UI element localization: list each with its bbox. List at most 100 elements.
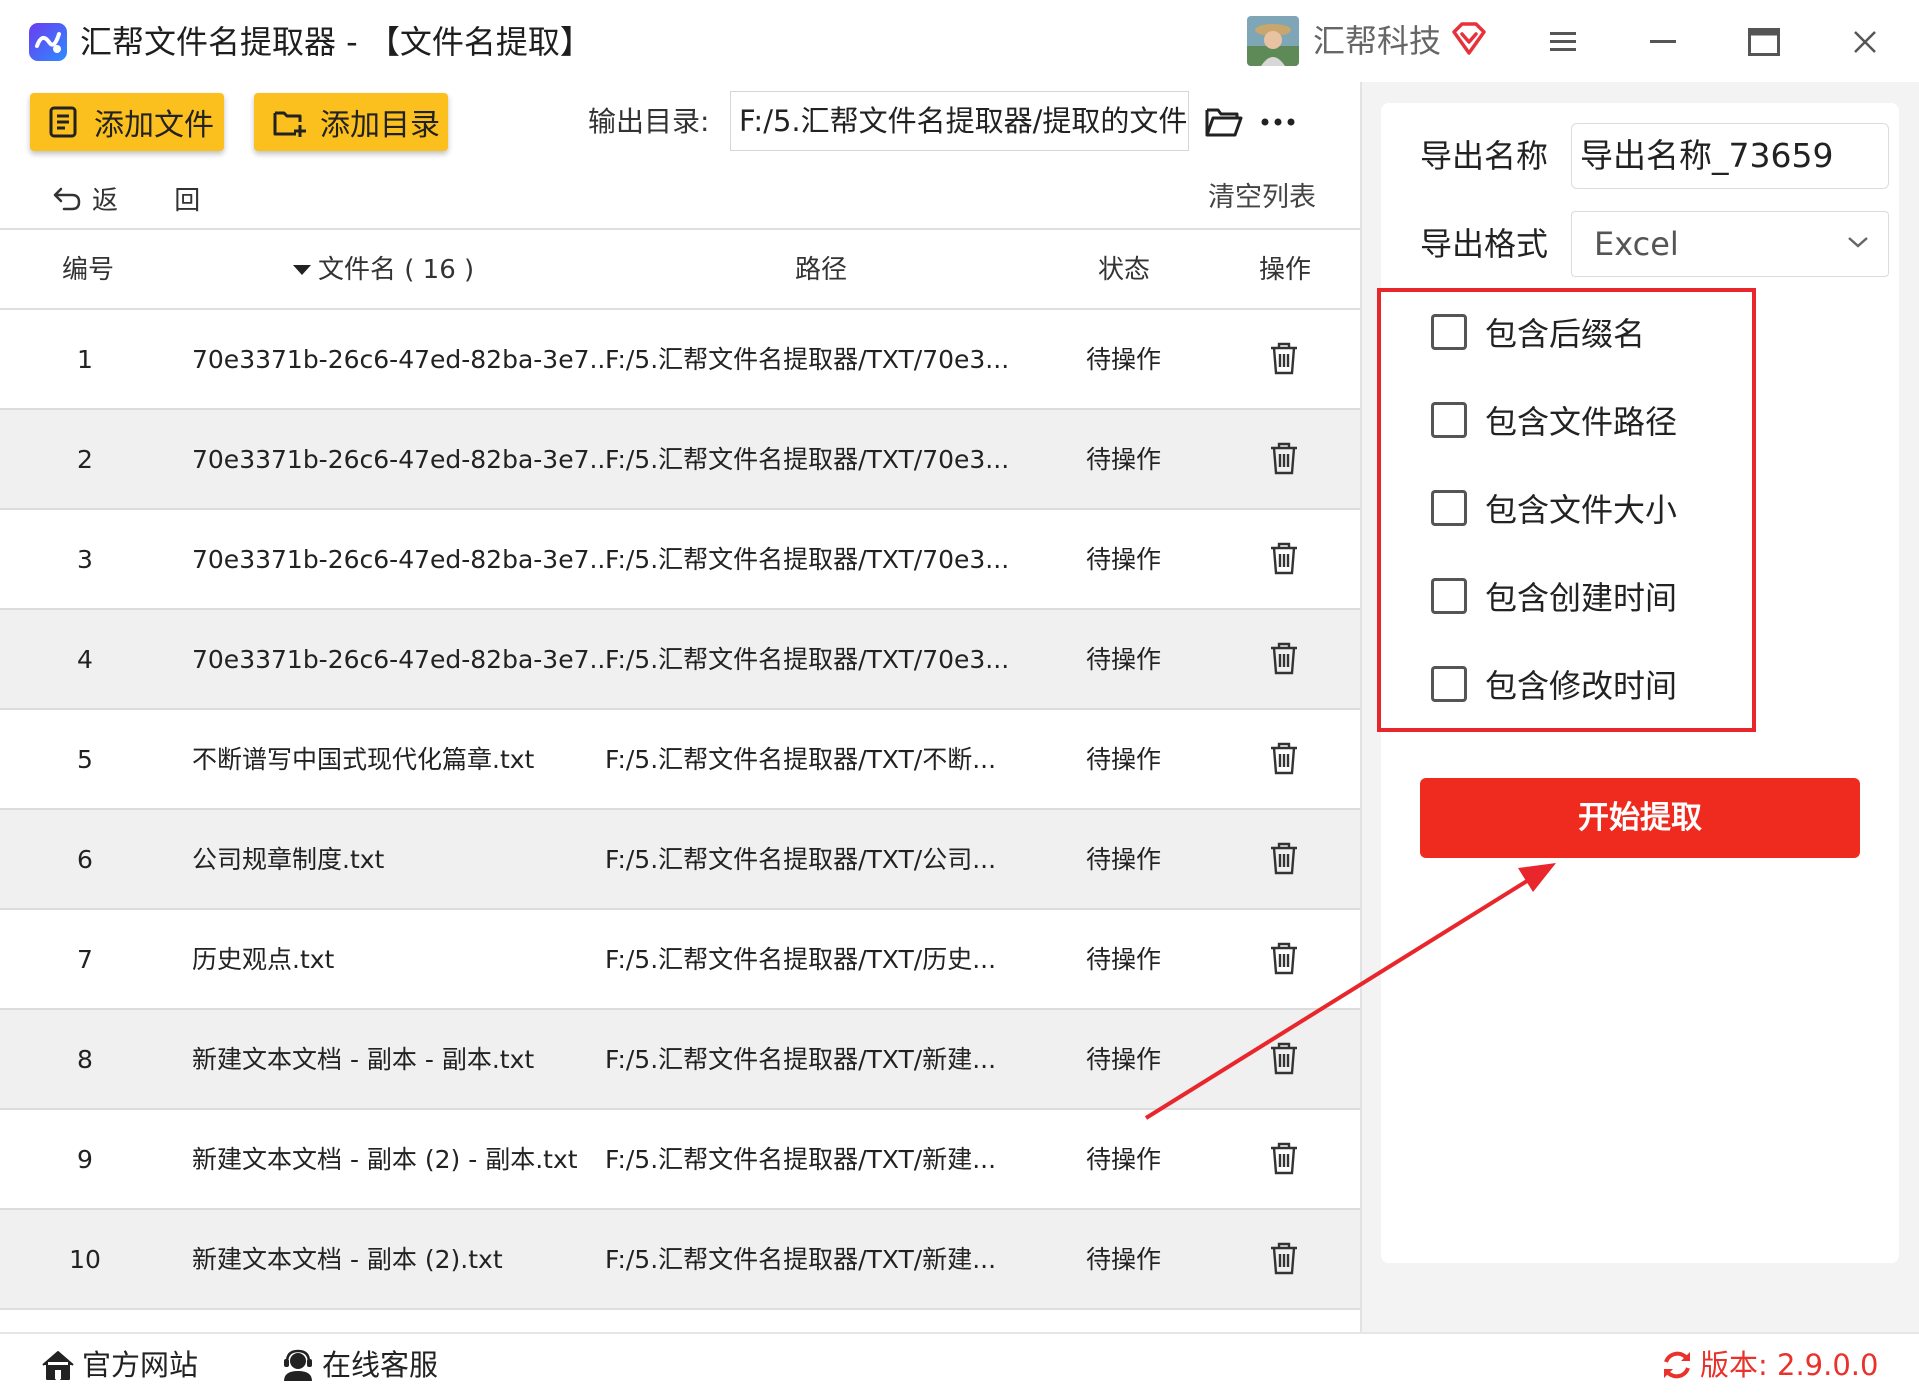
back-arrow-icon: [53, 187, 81, 210]
table-row[interactable]: 10 新建文本文档 - 副本 (2).txt F:/5.汇帮文件名提取器/TXT…: [0, 1210, 1360, 1310]
option-label: 包含修改时间: [1485, 667, 1678, 705]
close-button[interactable]: [1845, 22, 1885, 62]
checkbox[interactable]: [1431, 666, 1467, 702]
header-action: 操作: [1259, 255, 1312, 285]
option-include-path[interactable]: 包含文件路径: [1431, 397, 1677, 443]
option-include-modified-time[interactable]: 包含修改时间: [1431, 661, 1677, 707]
official-website-label: 官方网站: [82, 1348, 199, 1382]
row-number: 6: [77, 845, 93, 874]
delete-icon[interactable]: [1268, 740, 1300, 776]
row-path: F:/5.汇帮文件名提取器/TXT/新建...: [605, 1245, 997, 1274]
row-filename: 不断谱写中国式现代化篇章.txt: [192, 745, 535, 774]
table-row[interactable]: 1 70e3371b-26c6-47ed-82ba-3e7... F:/5.汇帮…: [0, 310, 1360, 410]
add-file-label: 添加文件: [94, 108, 214, 143]
add-folder-label: 添加目录: [320, 108, 440, 143]
close-icon: [1854, 31, 1876, 53]
online-support-link[interactable]: 在线客服: [280, 1345, 438, 1385]
option-label: 包含文件大小: [1485, 491, 1678, 529]
table-row[interactable]: 2 70e3371b-26c6-47ed-82ba-3e7... F:/5.汇帮…: [0, 410, 1360, 510]
row-number: 2: [77, 445, 93, 474]
menu-button[interactable]: [1544, 22, 1584, 62]
export-name-input[interactable]: 导出名称_73659: [1571, 123, 1889, 189]
minimize-icon: [1650, 40, 1676, 43]
table-row[interactable]: 3 70e3371b-26c6-47ed-82ba-3e7... F:/5.汇帮…: [0, 510, 1360, 610]
export-format-label: 导出格式: [1420, 225, 1549, 263]
option-include-extension[interactable]: 包含后缀名: [1431, 309, 1645, 355]
delete-icon[interactable]: [1268, 940, 1300, 976]
row-number: 10: [69, 1245, 101, 1274]
open-folder-icon[interactable]: [1204, 104, 1244, 140]
back-button[interactable]: 返 回: [52, 180, 224, 217]
row-filename: 70e3371b-26c6-47ed-82ba-3e7...: [192, 445, 614, 474]
table-row[interactable]: 8 新建文本文档 - 副本 - 副本.txt F:/5.汇帮文件名提取器/TXT…: [0, 1010, 1360, 1110]
checkbox[interactable]: [1431, 314, 1467, 350]
vip-diamond-icon[interactable]: [1450, 20, 1488, 58]
row-number: 8: [77, 1045, 93, 1074]
add-folder-button[interactable]: 添加目录: [254, 93, 448, 151]
delete-icon[interactable]: [1268, 1040, 1300, 1076]
row-filename: 新建文本文档 - 副本 (2).txt: [192, 1245, 503, 1274]
table-row[interactable]: 6 公司规章制度.txt F:/5.汇帮文件名提取器/TXT/公司... 待操作: [0, 810, 1360, 910]
maximize-button[interactable]: [1744, 22, 1784, 62]
row-status: 待操作: [1086, 645, 1162, 674]
more-options-icon[interactable]: [1258, 107, 1298, 137]
option-label: 包含后缀名: [1485, 315, 1646, 353]
row-status: 待操作: [1086, 1045, 1162, 1074]
export-format-select[interactable]: Excel: [1571, 211, 1889, 277]
footer-divider: [0, 1332, 1919, 1334]
option-include-created-time[interactable]: 包含创建时间: [1431, 573, 1677, 619]
row-number: 5: [77, 745, 93, 774]
refresh-icon: [1664, 1351, 1690, 1379]
checkbox[interactable]: [1431, 490, 1467, 526]
customer-service-icon: [284, 1349, 312, 1381]
row-number: 1: [77, 345, 93, 374]
delete-icon[interactable]: [1268, 1140, 1300, 1176]
checkbox[interactable]: [1431, 578, 1467, 614]
option-include-size[interactable]: 包含文件大小: [1431, 485, 1677, 531]
start-extract-button[interactable]: 开始提取: [1420, 778, 1860, 858]
output-dir-input[interactable]: F:/5.汇帮文件名提取器/提取的文件: [730, 91, 1189, 151]
delete-icon[interactable]: [1268, 1240, 1300, 1276]
table-row[interactable]: 7 历史观点.txt F:/5.汇帮文件名提取器/TXT/历史... 待操作: [0, 910, 1360, 1010]
user-avatar[interactable]: [1247, 16, 1299, 66]
back-label: 返 回: [92, 186, 225, 216]
row-status: 待操作: [1086, 745, 1162, 774]
online-support-label: 在线客服: [322, 1348, 439, 1382]
checkbox[interactable]: [1431, 402, 1467, 438]
avatar-image-icon: [1247, 16, 1299, 66]
delete-icon[interactable]: [1268, 840, 1300, 876]
row-path: F:/5.汇帮文件名提取器/TXT/70e3...: [605, 645, 1010, 674]
minimize-button[interactable]: [1643, 22, 1683, 62]
table-row[interactable]: 5 不断谱写中国式现代化篇章.txt F:/5.汇帮文件名提取器/TXT/不断.…: [0, 710, 1360, 810]
add-folder-icon: [273, 111, 306, 137]
table-divider: [0, 1308, 1360, 1310]
official-website-link[interactable]: 官方网站: [40, 1345, 198, 1385]
header-filename[interactable]: 文件名 ( 16 ): [292, 252, 474, 288]
table-row[interactable]: 9 新建文本文档 - 副本 (2) - 副本.txt F:/5.汇帮文件名提取器…: [0, 1110, 1360, 1210]
delete-icon[interactable]: [1268, 340, 1300, 376]
row-path: F:/5.汇帮文件名提取器/TXT/公司...: [605, 845, 997, 874]
version-info[interactable]: 版本: 2.9.0.0: [1660, 1345, 1878, 1385]
delete-icon[interactable]: [1268, 640, 1300, 676]
table-row[interactable]: 4 70e3371b-26c6-47ed-82ba-3e7... F:/5.汇帮…: [0, 610, 1360, 710]
row-number: 9: [77, 1145, 93, 1174]
row-number: 7: [77, 945, 93, 974]
version-label: 版本: 2.9.0.0: [1700, 1348, 1879, 1382]
clear-list-button[interactable]: 清空列表: [1208, 178, 1316, 218]
row-path: F:/5.汇帮文件名提取器/TXT/不断...: [605, 745, 997, 774]
hamburger-icon: [1550, 32, 1576, 51]
row-status: 待操作: [1086, 345, 1162, 374]
row-path: F:/5.汇帮文件名提取器/TXT/70e3...: [605, 445, 1010, 474]
header-number: 编号: [62, 255, 115, 285]
row-path: F:/5.汇帮文件名提取器/TXT/新建...: [605, 1145, 997, 1174]
add-file-icon: [49, 106, 77, 138]
delete-icon[interactable]: [1268, 540, 1300, 576]
app-logo-icon: [29, 23, 67, 61]
row-path: F:/5.汇帮文件名提取器/TXT/70e3...: [605, 345, 1010, 374]
add-file-button[interactable]: 添加文件: [30, 93, 224, 151]
row-path: F:/5.汇帮文件名提取器/TXT/70e3...: [605, 545, 1010, 574]
sort-down-icon: [293, 265, 311, 275]
row-path: F:/5.汇帮文件名提取器/TXT/新建...: [605, 1045, 997, 1074]
delete-icon[interactable]: [1268, 440, 1300, 476]
row-status: 待操作: [1086, 845, 1162, 874]
